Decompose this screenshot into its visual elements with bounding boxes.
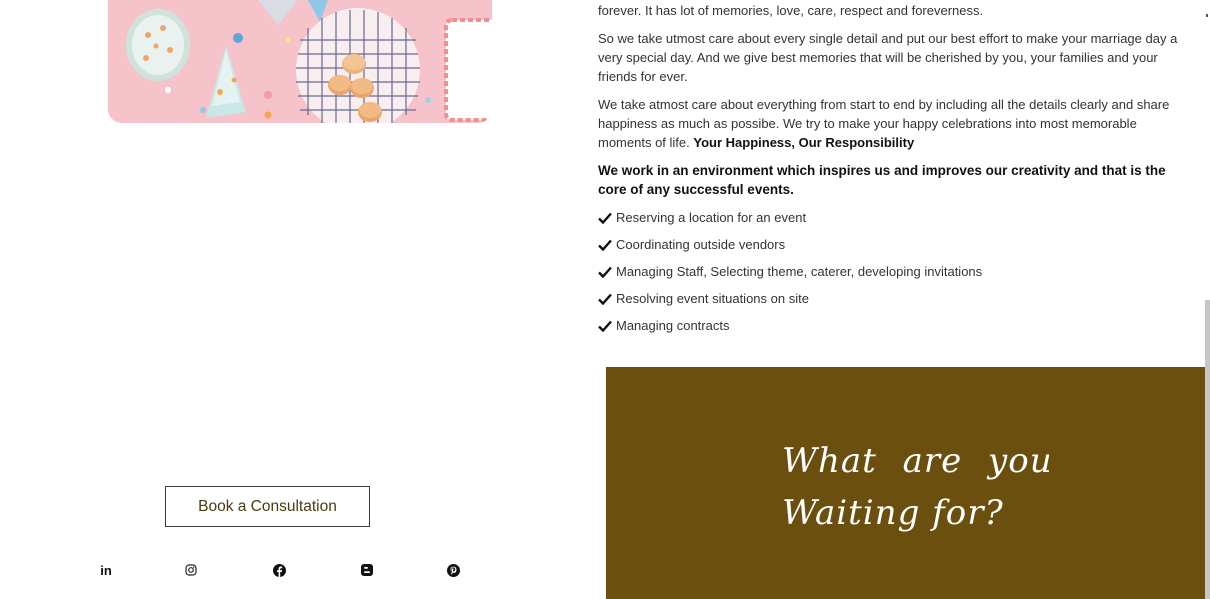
list-item: Managing Staff, Selecting theme, caterer…	[598, 262, 1192, 281]
responsibility-tagline: Your Happiness, Our Responsibility	[693, 135, 915, 150]
list-item: Resolving event situations on site	[598, 289, 1192, 308]
list-item-label: Coordinating outside vendors	[616, 237, 786, 252]
services-checklist: Reserving a location for an event Coordi…	[598, 208, 1192, 335]
party-image	[108, 0, 492, 123]
check-icon	[598, 266, 612, 278]
list-item: Managing contracts	[598, 316, 1192, 335]
cta-line-2: Waiting for?	[782, 493, 1004, 533]
check-icon	[598, 239, 612, 251]
pinterest-icon[interactable]	[447, 562, 460, 578]
pinterest-glyph	[447, 563, 460, 577]
cta-panel: What are you Waiting for?	[606, 367, 1205, 599]
facebook-icon[interactable]	[272, 562, 286, 578]
list-item-label: Reserving a location for an event	[616, 210, 807, 225]
care-paragraph: So we take utmost care about every singl…	[598, 31, 1178, 84]
party-illustration	[108, 0, 492, 123]
list-item-label: Managing contracts	[616, 318, 730, 333]
blogger-glyph	[360, 564, 373, 576]
environment-paragraph: We work in an environment which inspires…	[598, 163, 1166, 197]
instagram-icon[interactable]	[185, 562, 197, 578]
list-item-label: Managing Staff, Selecting theme, caterer…	[616, 264, 983, 279]
check-icon	[598, 293, 612, 305]
cta-line-1: What are you	[782, 441, 1053, 481]
scrollbar-thumb[interactable]	[1205, 300, 1210, 599]
content-column: forever. It has lot of memories, love, c…	[598, 3, 1192, 343]
book-consultation-button[interactable]: Book a Consultation	[165, 486, 370, 527]
facebook-glyph	[272, 563, 286, 577]
list-item: Reserving a location for an event	[598, 208, 1192, 227]
instagram-glyph	[185, 564, 197, 576]
check-icon	[598, 212, 612, 224]
happiness-paragraph: We take atmost care about everything fro…	[598, 95, 1192, 152]
cut-off-paragraph: forever. It has lot of memories, love, c…	[598, 3, 984, 18]
blogger-icon[interactable]	[360, 562, 373, 578]
scroll-arrow[interactable]	[1206, 14, 1208, 17]
list-item-label: Resolving event situations on site	[616, 291, 809, 306]
linkedin-icon[interactable]: in	[98, 562, 114, 578]
list-item: Coordinating outside vendors	[598, 235, 1192, 254]
cta-heading: What are you Waiting for?	[782, 435, 1053, 539]
check-icon	[598, 320, 612, 332]
